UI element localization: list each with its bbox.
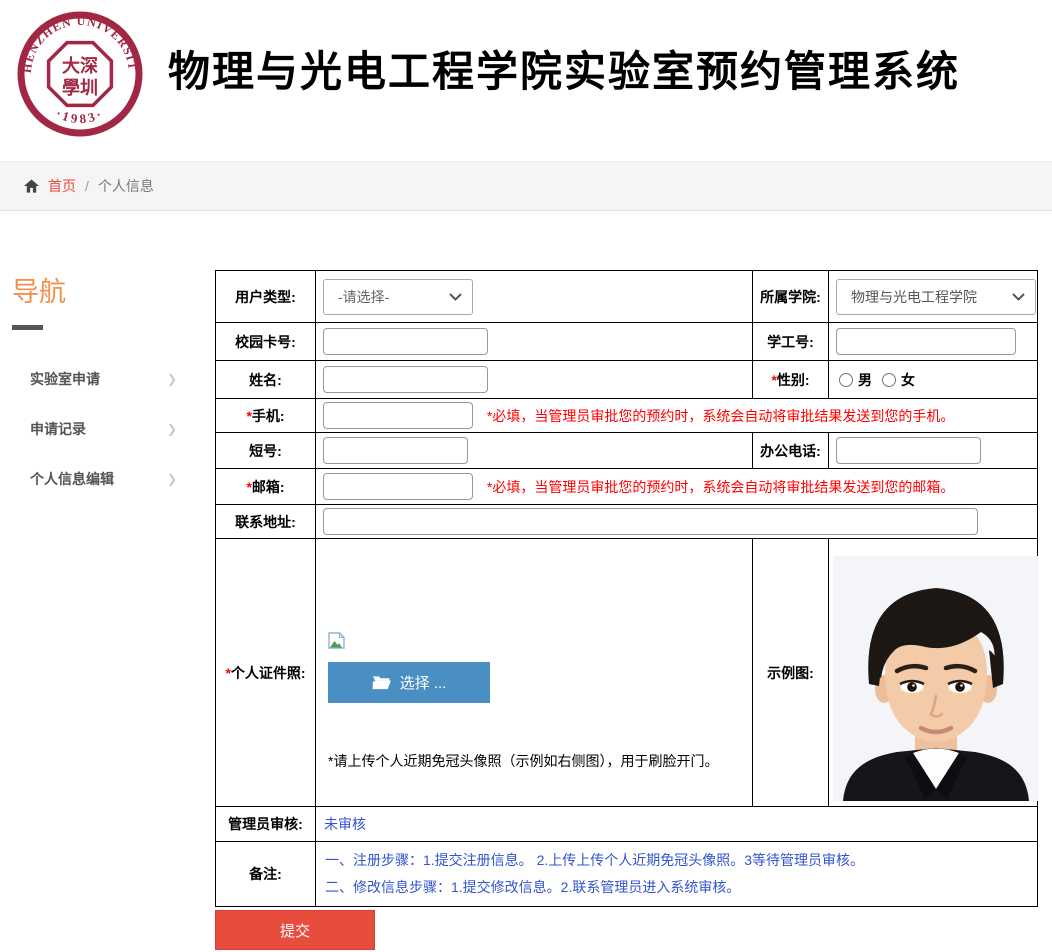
office-phone-input[interactable] (836, 437, 981, 464)
address-input[interactable] (323, 508, 978, 535)
campus-card-label: 校园卡号: (235, 334, 296, 350)
submit-button[interactable]: 提交 (215, 910, 375, 950)
mobile-input[interactable] (323, 402, 473, 429)
gender-female-radio[interactable] (882, 373, 896, 387)
sidebar-nav: 导航 实验室申请 ❯ 申请记录 ❯ 个人信息编辑 ❯ (0, 270, 215, 950)
chevron-down-icon (449, 293, 462, 301)
photo-upload-note: *请上传个人近期免冠头像照（示例如右侧图），用于刷脸开门。 (328, 751, 748, 771)
svg-text:學圳: 學圳 (62, 78, 98, 98)
breadcrumb: 首页 / 个人信息 (0, 161, 1052, 211)
mobile-required-note: *必填，当管理员审批您的预约时，系统会自动将审批结果发送到您的手机。 (487, 408, 954, 424)
home-icon (24, 179, 39, 193)
remarks-line-2: 二、修改信息步骤：1.提交修改信息。2.联系管理员进入系统审核。 (325, 874, 1033, 901)
mobile-label: 手机: (252, 408, 285, 424)
sidebar-title-underline (12, 325, 43, 330)
email-label: 邮箱: (252, 479, 285, 495)
breadcrumb-separator: / (85, 178, 89, 194)
sidebar-title: 导航 (12, 270, 215, 309)
user-type-select[interactable]: -请选择- (323, 279, 473, 315)
page-header: SHENZHEN UNIVERSITY ·1983· 大深 學圳 物理与光电工程… (0, 0, 1052, 161)
folder-open-icon (372, 675, 391, 690)
gender-label: 性别: (777, 372, 810, 388)
address-label: 联系地址: (235, 514, 296, 530)
svg-text:大深: 大深 (62, 55, 98, 76)
example-image-label: 示例图: (767, 665, 814, 681)
breadcrumb-current: 个人信息 (98, 176, 154, 196)
sidebar-item-profile-edit[interactable]: 个人信息编辑 ❯ (12, 454, 215, 504)
gender-radio-group: 男 女 (833, 370, 1033, 390)
staff-id-input[interactable] (836, 328, 1016, 355)
short-number-input[interactable] (323, 437, 468, 464)
broken-image-icon (328, 632, 345, 652)
chevron-right-icon: ❯ (167, 472, 177, 486)
college-select[interactable]: 物理与光电工程学院 (836, 279, 1036, 315)
page-title: 物理与光电工程学院实验室预约管理系统 (168, 38, 960, 99)
staff-id-label: 学工号: (767, 334, 814, 350)
chevron-right-icon: ❯ (167, 422, 177, 436)
sidebar-item-application-records[interactable]: 申请记录 ❯ (12, 404, 215, 454)
campus-card-input[interactable] (323, 328, 488, 355)
chevron-right-icon: ❯ (167, 372, 177, 386)
sidebar-item-lab-application[interactable]: 实验室申请 ❯ (12, 354, 215, 404)
user-type-label: 用户类型: (235, 289, 296, 305)
name-label: 姓名: (249, 372, 282, 388)
university-seal-icon: SHENZHEN UNIVERSITY ·1983· 大深 學圳 (14, 6, 146, 142)
email-required-note: *必填，当管理员审批您的预约时，系统会自动将审批结果发送到您的邮箱。 (487, 479, 954, 495)
gender-male-radio[interactable] (839, 373, 853, 387)
review-status-link[interactable]: 未审核 (320, 816, 366, 832)
office-phone-label: 办公电话: (760, 443, 821, 459)
breadcrumb-home-link[interactable]: 首页 (48, 176, 76, 196)
photo-label: 个人证件照: (231, 665, 306, 681)
choose-file-button[interactable]: 选择 ... (328, 662, 490, 703)
remarks-label: 备注: (249, 866, 282, 882)
college-label: 所属学院: (760, 289, 821, 305)
gender-female-label: 女 (901, 370, 915, 390)
admin-review-label: 管理员审核: (228, 816, 303, 832)
gender-male-label: 男 (858, 370, 872, 390)
short-number-label: 短号: (249, 443, 282, 459)
remarks-line-1: 一、注册步骤：1.提交注册信息。 2.上传上传个人近期免冠头像照。3等待管理员审… (325, 847, 1033, 874)
university-logo: SHENZHEN UNIVERSITY ·1983· 大深 學圳 (14, 6, 146, 147)
chevron-down-icon (1012, 293, 1025, 301)
profile-form: 用户类型: -请选择- 所属学院: 物理与光电工程学院 (215, 270, 1037, 950)
email-input[interactable] (323, 473, 473, 500)
name-input[interactable] (323, 366, 488, 393)
example-portrait-photo (833, 556, 1038, 801)
